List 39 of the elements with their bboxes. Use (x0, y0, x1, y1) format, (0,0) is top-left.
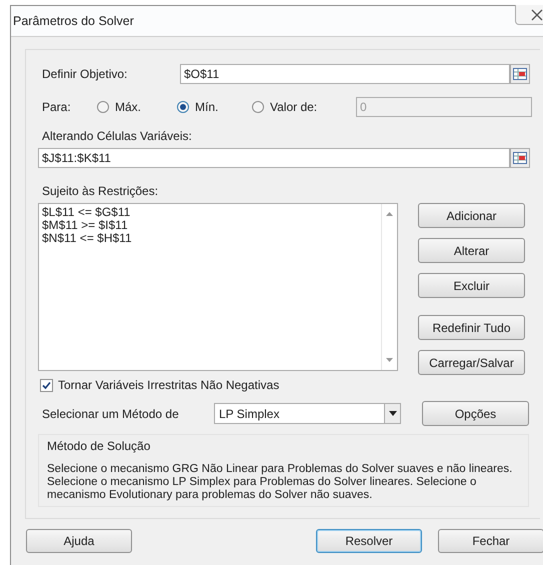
dropdown-arrow-icon (388, 411, 396, 416)
constraint-item[interactable]: $N$11 <= $H$11 (42, 232, 381, 245)
field-label: Para: (41, 100, 72, 114)
group-title: Método de Solução (47, 439, 152, 453)
objective-field[interactable]: $O$11 (180, 64, 510, 84)
constraint-button[interactable]: Excluir (418, 273, 525, 298)
field-label: Selecionar um Método de (41, 406, 180, 420)
method-dropdown[interactable]: LP Simplex (214, 403, 401, 424)
window-title: Parâmetros do Solver (13, 14, 134, 28)
radio-label: Máx. (115, 100, 142, 114)
checkbox-label: Tornar Variáveis Irrestritas Não Negativas (58, 378, 280, 392)
model-button[interactable]: Carregar/Salvar (418, 350, 525, 375)
constraint-item[interactable]: $L$11 <= $G$11 (42, 206, 381, 219)
variables-field[interactable]: $J$11:$K$11 (38, 148, 510, 168)
constraint-item[interactable]: $M$11 >= $I$11 (42, 219, 381, 232)
radio-button[interactable] (97, 101, 109, 113)
dialog-button[interactable]: Fechar (438, 529, 543, 553)
field-label: Sujeito às Restrições: (41, 184, 160, 198)
dialog-button[interactable]: Ajuda (26, 529, 132, 553)
checkbox[interactable] (40, 378, 53, 392)
field-label: Alterando Células Variáveis: (41, 129, 193, 143)
options-button[interactable]: Opções (422, 401, 529, 426)
radio-label: Valor de: (270, 100, 318, 114)
description-text: Selecione o mecanismo GRG Não Linear para Problemas do Solver suaves e não lineares. Selecione o mecanismo LP Simplex para Problemas do Solver lineares. Selecione o mecanismo Evolutionary para problemas do Solver não suaves. (47, 463, 514, 502)
range-select-icon (513, 68, 527, 80)
radio-button[interactable] (252, 101, 264, 113)
constraint-button[interactable]: Adicionar (418, 203, 525, 228)
range-picker-button[interactable] (510, 64, 530, 84)
model-button[interactable]: Redefinir Tudo (418, 315, 525, 340)
radio-label: Mín. (195, 100, 218, 114)
scroll-down-icon[interactable] (386, 358, 393, 362)
range-picker-button[interactable] (510, 148, 530, 168)
field-label: Definir Objetivo: (41, 67, 128, 81)
range-select-icon (513, 152, 527, 164)
constraint-button[interactable]: Alterar (418, 238, 525, 263)
dialog-button[interactable]: Resolver (316, 529, 422, 553)
radio-button[interactable] (177, 101, 189, 113)
scroll-up-icon[interactable] (386, 212, 393, 216)
close-icon (531, 8, 543, 20)
